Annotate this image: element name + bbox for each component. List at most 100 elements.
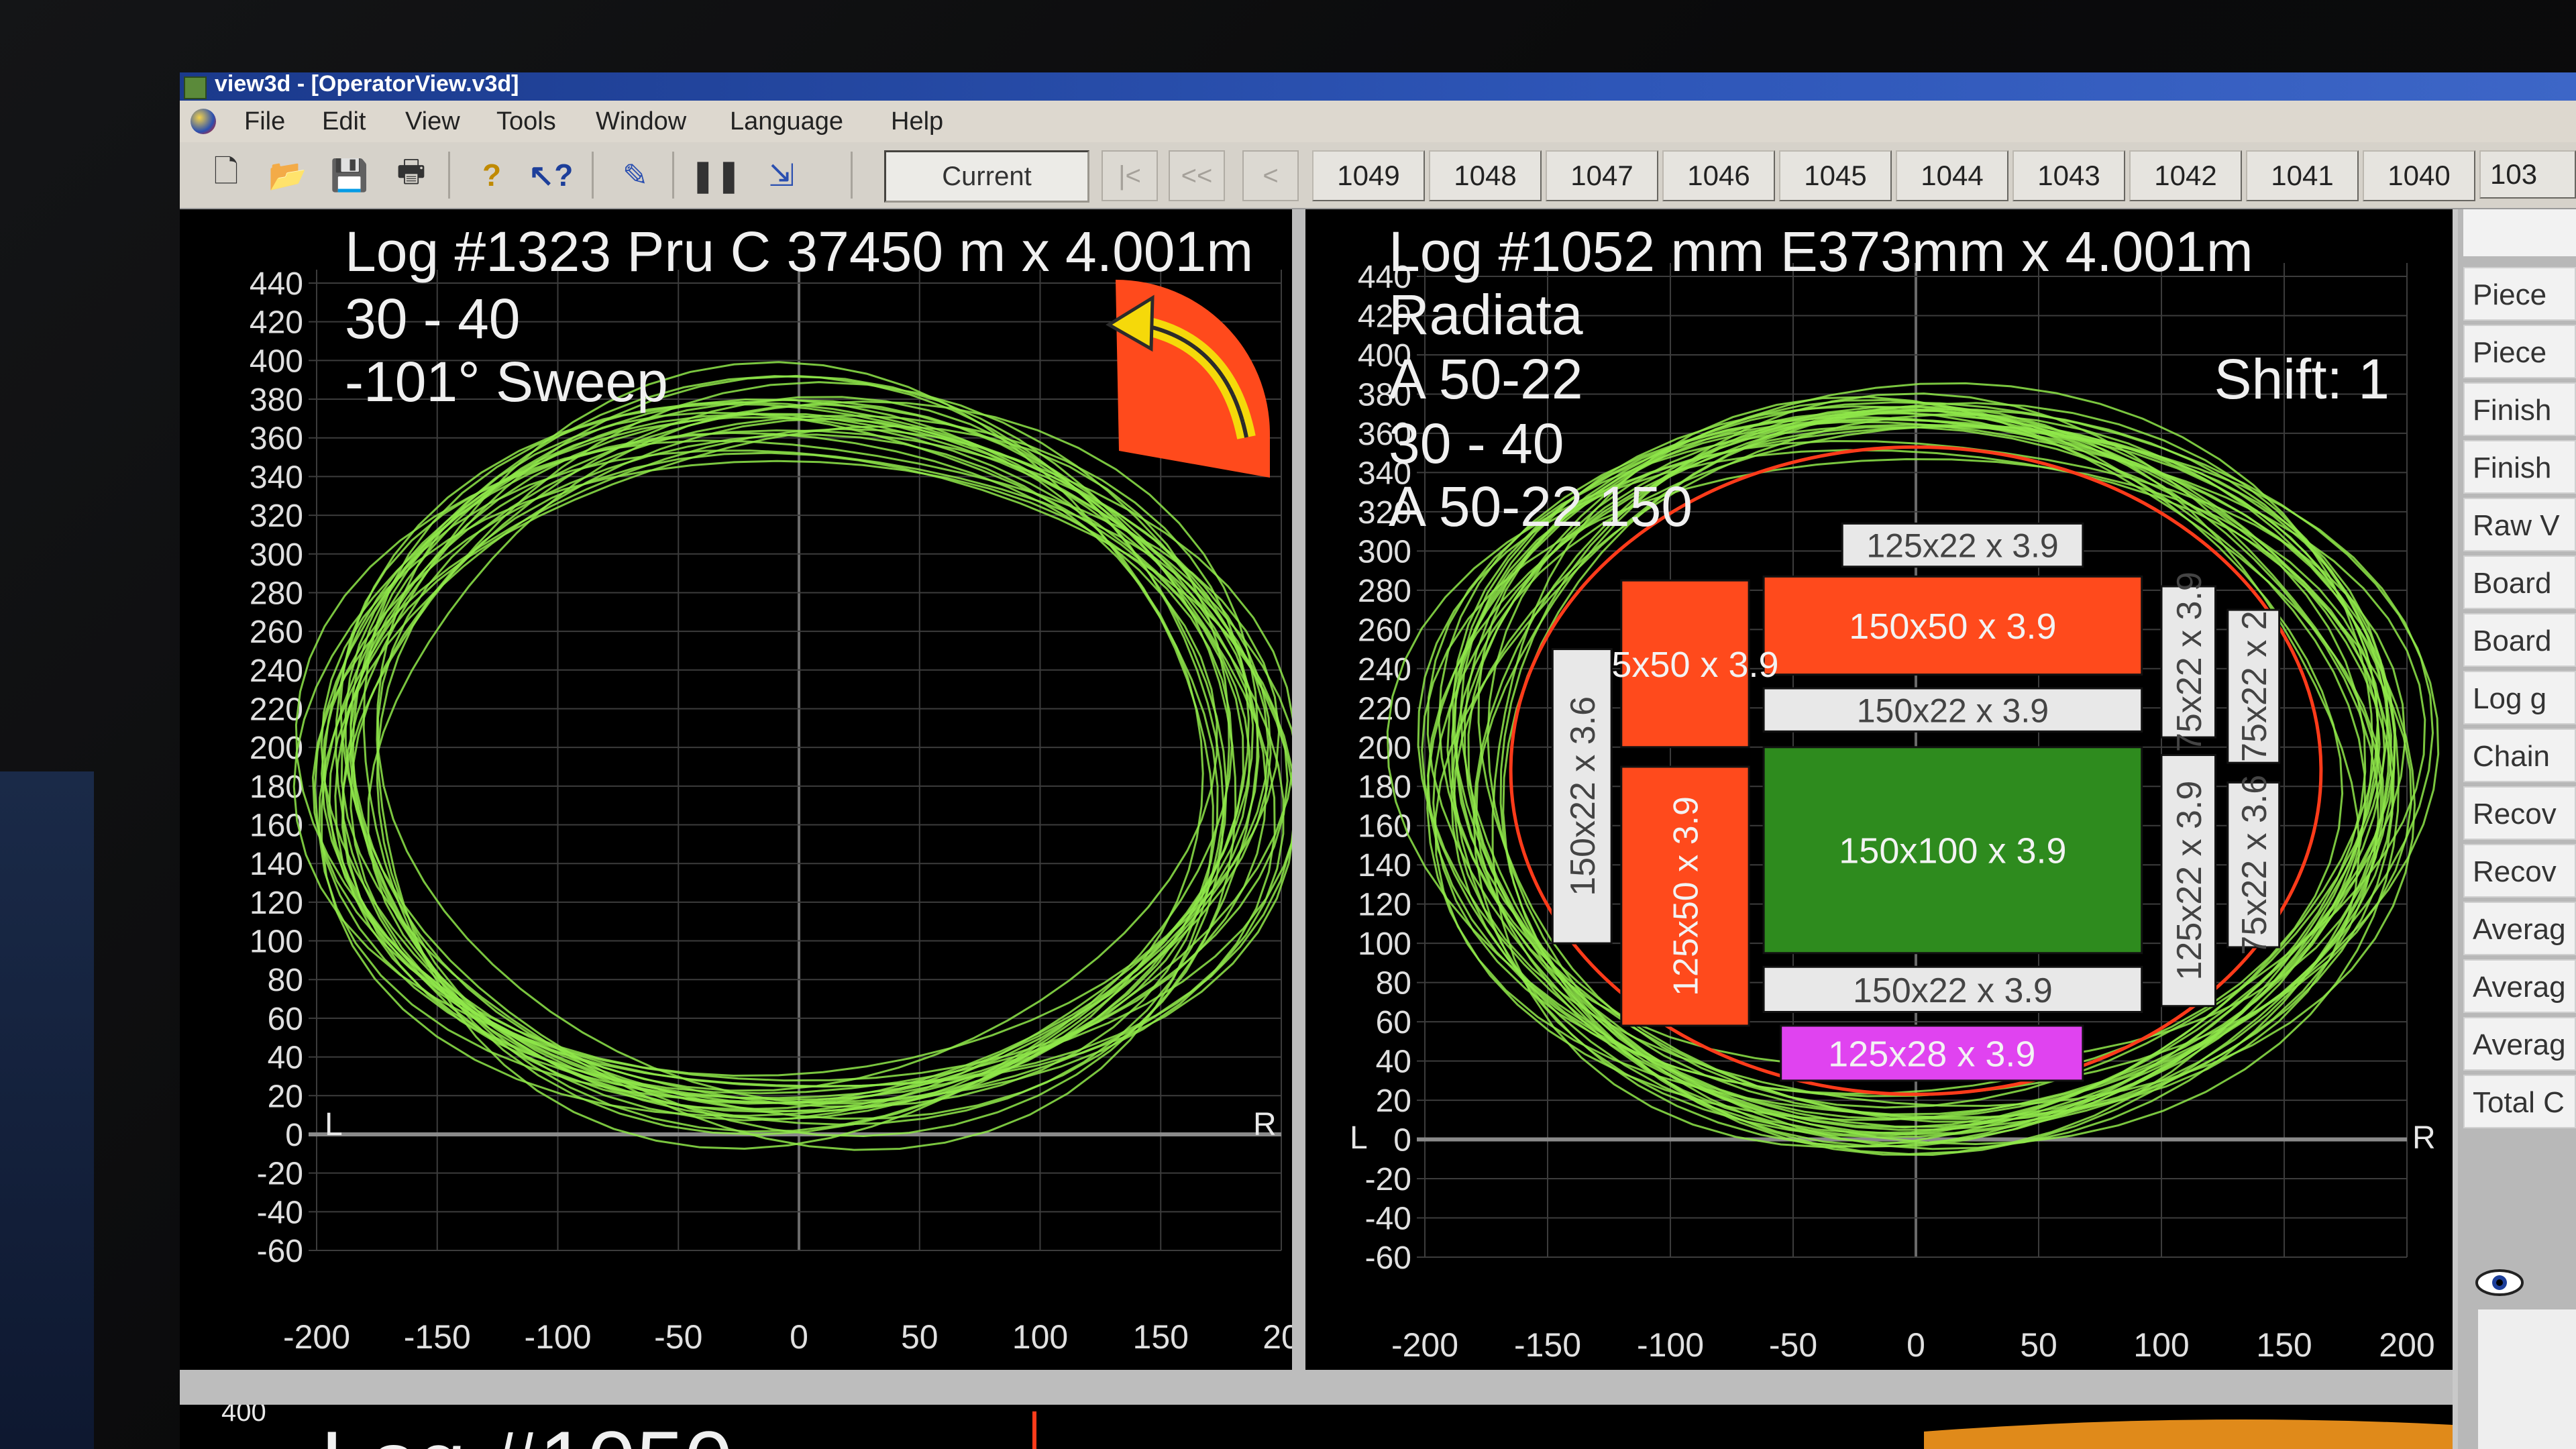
log-button-1043[interactable]: 1043 [2012,150,2125,201]
menu-window[interactable]: Window [596,107,686,136]
y-tick-label: 80 [1376,966,1411,1002]
sidebar-item-chain[interactable]: Chain [2463,729,2576,782]
log-button-1048[interactable]: 1048 [1429,150,1542,201]
cutting-pattern-chart-right: -200 -150 -100 -50 0 50 100 150 2004404204003803… [1350,220,2440,1364]
sidebar-item-raw[interactable]: Raw V [2463,498,2576,551]
save-icon[interactable]: 💾 [327,153,372,197]
sidebar-item-recovery[interactable]: Recov [2463,786,2576,840]
sidebar-item-log[interactable]: Log g [2463,671,2576,724]
edit-icon[interactable]: ✎ [613,153,657,197]
x-tick-label: -150 [1514,1326,1581,1364]
x-tick-label: -150 [404,1318,471,1356]
sidebar-item-total[interactable]: Total C [2463,1075,2576,1128]
sidebar-item-recovery-2[interactable]: Recov [2463,844,2576,898]
back-fast-button[interactable]: << [1169,150,1225,201]
panel-divider[interactable] [1292,209,1305,1370]
board-label: 150x50 x 3.9 [1849,606,2056,647]
rotation-arrow-icon [1106,280,1270,478]
y-tick-label: 400 [221,1405,266,1427]
sidebar-item-board[interactable]: Board [2463,555,2576,609]
sidebar-item-average-2[interactable]: Averag [2463,959,2576,1013]
y-tick-label: 260 [1358,612,1411,648]
new-file-icon[interactable]: 🗋 [204,153,248,197]
log-button-1041[interactable]: 1041 [2246,150,2359,201]
log-header-sweep: -101° Sweep [345,350,668,413]
y-tick-label: 280 [1358,574,1411,609]
board-label: 125x28 x 3.9 [1828,1034,2035,1074]
y-tick-label: 40 [268,1040,303,1076]
axis-right-label: R [2412,1120,2436,1156]
title-bar[interactable]: view3d - [OperatorView.v3d] [180,72,2576,101]
log-button-1049[interactable]: 1049 [1312,150,1425,201]
board-label: 75x22 x 2 [2235,610,2274,761]
export-icon[interactable]: ⇲ [759,153,804,197]
document-icon[interactable] [191,109,216,134]
window-title: view3d - [OperatorView.v3d] [215,72,519,97]
sidebar-item-average[interactable]: Averag [2463,902,2576,955]
y-tick-label: 280 [250,576,303,611]
log-button-1040[interactable]: 1040 [2363,150,2475,201]
y-tick-label: 140 [250,847,303,882]
context-help-icon[interactable]: ↖? [529,153,574,197]
y-tick-label: -60 [1365,1240,1411,1276]
y-tick-label: 120 [1358,888,1411,923]
next-log-view[interactable]: 400 Log #1050 [180,1405,2453,1449]
log-header-title: Log #1052 mm E373mm x 4.001m [1389,220,2253,283]
log-button-1045[interactable]: 1045 [1779,150,1892,201]
sidebar-item-piece-2[interactable]: Piece [2463,325,2576,378]
sidebar-item-average-3[interactable]: Averag [2463,1017,2576,1071]
first-log-button[interactable]: |< [1102,150,1158,201]
x-tick-label: 0 [790,1318,808,1356]
board-label: 75x22 x 3.6 [2235,775,2274,955]
x-tick-label: -200 [1391,1326,1458,1364]
y-tick-label: 160 [1358,809,1411,845]
y-tick-label: 180 [1358,769,1411,805]
menu-edit[interactable]: Edit [322,107,366,136]
panel-divider-horizontal[interactable] [180,1370,2453,1405]
menu-help[interactable]: Help [891,107,943,136]
menu-language[interactable]: Language [730,107,843,136]
back-button[interactable]: < [1242,150,1299,201]
log-button-1042[interactable]: 1042 [2129,150,2242,201]
cutting-pattern-view-right[interactable]: -200 -150 -100 -50 0 50 100 150 200 440 420 400 380 3… [1305,209,2453,1370]
log-header-grade: A 50-22 [1389,347,1583,411]
y-tick-label: 20 [1376,1083,1411,1119]
y-tick-label: -60 [257,1234,303,1269]
sidebar-item-board-2[interactable]: Board [2463,613,2576,667]
menu-file[interactable]: File [244,107,285,136]
log-button-103[interactable]: 103 [2479,150,2576,199]
next-log-profile [1924,1419,2453,1449]
x-tick-label: -100 [1637,1326,1704,1364]
y-tick-label: -20 [1365,1162,1411,1197]
sidebar-item-finish[interactable]: Finish [2463,382,2576,436]
x-tick-label: 200 [2379,1326,2434,1364]
y-tick-label: 420 [250,305,303,341]
y-tick-label: 300 [1358,534,1411,570]
menu-tools[interactable]: Tools [496,107,556,136]
log-header-diameter-class: 30 - 40 [345,287,521,350]
current-button[interactable]: Current [884,150,1089,203]
y-tick-label: 20 [268,1079,303,1114]
eye-icon[interactable] [2473,1263,2526,1303]
next-log-chart: 400 Log #1050 [221,1405,2453,1449]
x-tick-label: 20 [1263,1318,1292,1356]
board-label: 75x22 x 3.9 [2170,572,2209,752]
sidebar-item-piece[interactable]: Piece [2463,267,2576,321]
log-button-1047[interactable]: 1047 [1546,150,1658,201]
x-tick-label: -50 [1769,1326,1817,1364]
pause-icon[interactable]: ❚❚ [690,153,741,197]
x-tick-label: 50 [2020,1326,2057,1364]
sidebar-item-finish-2[interactable]: Finish [2463,440,2576,494]
y-tick-label: 200 [1358,731,1411,766]
open-folder-icon[interactable]: 📂 [266,153,310,197]
help-icon[interactable]: ? [470,153,514,197]
log-scan-chart-left: -200 -150 -100 -50 0 50 100 150 2044042040038036… [250,220,1292,1356]
menu-view[interactable]: View [405,107,460,136]
log-button-1046[interactable]: 1046 [1662,150,1775,201]
log-button-1044[interactable]: 1044 [1896,150,2008,201]
print-icon[interactable]: 🖶 [389,153,433,197]
sidebar-detail-area [2478,1309,2576,1449]
x-tick-label: 50 [901,1318,938,1356]
log-scan-view-left[interactable]: -200 -150 -100 -50 0 50 100 150 20 440 420 400 380 36… [180,209,1292,1370]
y-tick-label: 320 [250,498,303,534]
